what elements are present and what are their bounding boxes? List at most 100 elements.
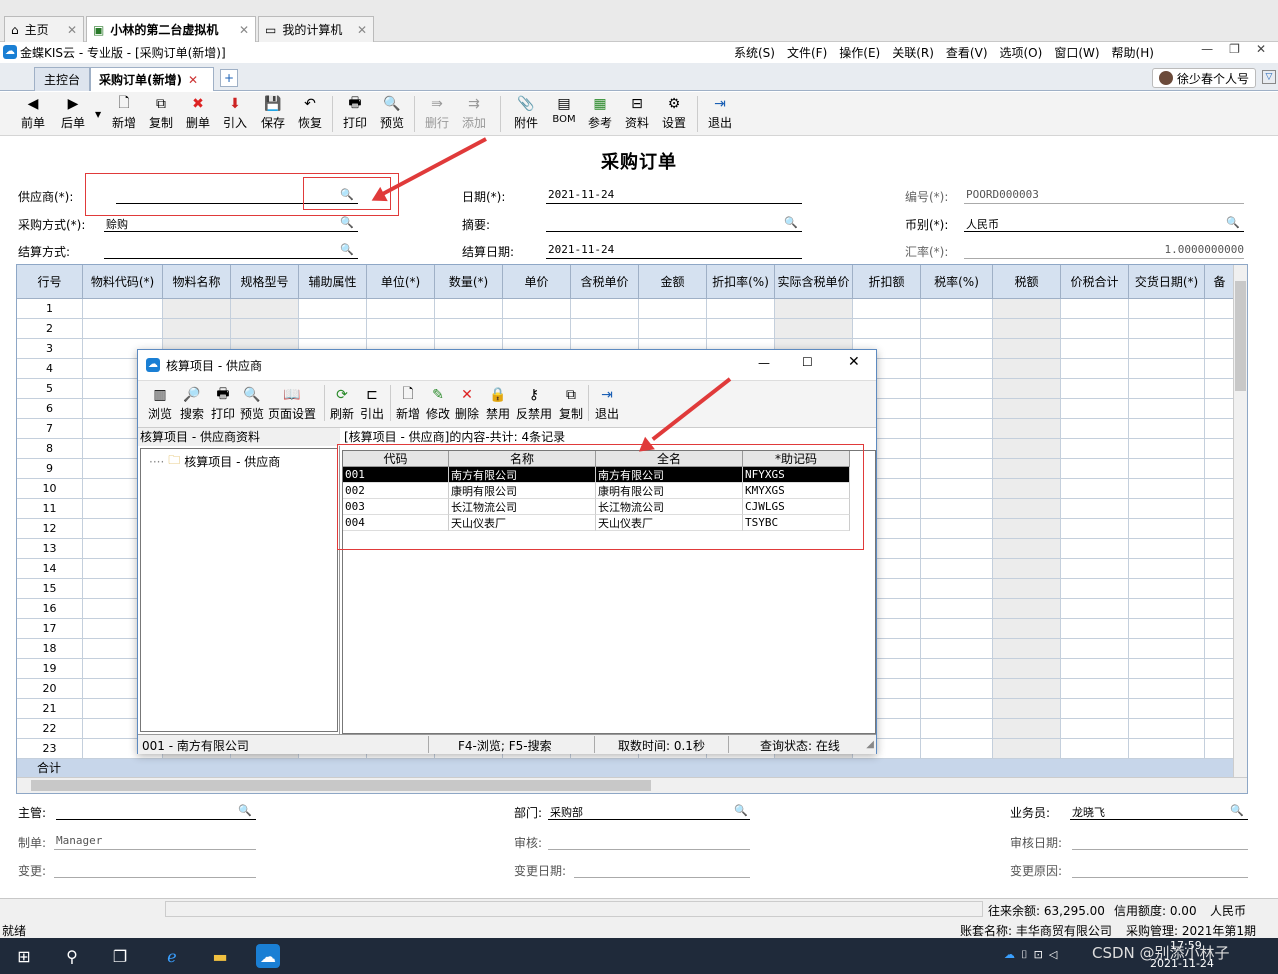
windows-start-icon[interactable]: ⊞ (12, 944, 36, 968)
disable-button[interactable]: 🔒 禁用 (486, 385, 510, 425)
menu-relation[interactable]: 关联(R) (892, 44, 934, 61)
grid-col-header[interactable]: 辅助属性 (299, 265, 367, 299)
grid-cell[interactable] (1129, 359, 1205, 379)
grid-cell[interactable] (639, 319, 707, 339)
grid-cell[interactable] (571, 319, 639, 339)
close-icon[interactable]: ✕ (848, 354, 860, 370)
grid-cell[interactable] (921, 459, 993, 479)
vm-tab-my-computer[interactable]: ▭ 我的计算机 ✕ (258, 16, 374, 42)
grid-cell[interactable] (921, 479, 993, 499)
grid-cell[interactable] (1205, 479, 1235, 499)
grid-cell[interactable] (1129, 539, 1205, 559)
preview-button[interactable]: 🔍 预览 (373, 94, 411, 134)
grid-cell[interactable] (993, 679, 1061, 699)
grid-cell[interactable] (1205, 319, 1235, 339)
grid-cell[interactable] (1129, 619, 1205, 639)
manager-field[interactable] (56, 804, 256, 820)
grid-cell[interactable] (1205, 739, 1235, 759)
grid-cell[interactable] (1205, 699, 1235, 719)
user-chip[interactable]: 徐少春个人号 (1151, 68, 1256, 88)
grid-cell[interactable] (1205, 539, 1235, 559)
search-icon[interactable]: ⚲ (60, 944, 84, 968)
salesman-field[interactable]: 龙晓飞 (1070, 804, 1248, 820)
grid-cell[interactable] (1061, 379, 1129, 399)
grid-cell[interactable] (1061, 499, 1129, 519)
grid-cell[interactable] (1129, 699, 1205, 719)
page-setup-button[interactable]: 📖 页面设置 (268, 385, 316, 425)
preview-button[interactable]: 🔍 预览 (240, 385, 264, 425)
grid-cell[interactable] (83, 299, 163, 319)
menu-file[interactable]: 文件(F) (787, 44, 827, 61)
purchase-method-field[interactable]: 赊购 (104, 216, 358, 232)
settings-button[interactable]: ⚙ 设置 (655, 94, 693, 134)
menu-system[interactable]: 系统(S) (734, 44, 775, 61)
grid-cell[interactable] (921, 539, 993, 559)
grid-cell[interactable] (1205, 399, 1235, 419)
grid-col-header[interactable]: 金额 (639, 265, 707, 299)
close-icon[interactable]: ✕ (239, 23, 249, 37)
grid-cell[interactable] (1205, 339, 1235, 359)
grid-cell[interactable] (1129, 479, 1205, 499)
browse-button[interactable]: ▥ 浏览 (148, 385, 172, 425)
grid-cell[interactable] (993, 399, 1061, 419)
scroll-thumb[interactable] (31, 780, 651, 791)
grid-col-header[interactable]: 折扣额 (853, 265, 921, 299)
purchase-method-lookup-icon[interactable]: 🔍 (340, 217, 354, 229)
grid-cell[interactable] (1205, 619, 1235, 639)
grid-col-header[interactable]: 物料代码(*) (83, 265, 163, 299)
grid-cell[interactable] (853, 299, 921, 319)
file-explorer-icon[interactable]: ▬ (208, 944, 232, 968)
exit-button[interactable]: ⇥ 退出 (595, 385, 619, 425)
grid-cell[interactable] (1205, 599, 1235, 619)
close-icon[interactable]: ✕ (188, 73, 198, 87)
search-button[interactable]: 🔎 搜索 (180, 385, 204, 425)
grid-cell[interactable] (993, 639, 1061, 659)
chevron-down-icon[interactable]: ▽ (1262, 70, 1276, 84)
grid-col-header[interactable]: 含税单价 (571, 265, 639, 299)
grid-cell[interactable] (1061, 559, 1129, 579)
grid-cell[interactable] (993, 359, 1061, 379)
scroll-thumb[interactable] (1235, 281, 1246, 391)
grid-cell[interactable] (1205, 719, 1235, 739)
grid-cell[interactable] (993, 319, 1061, 339)
grid-cell[interactable] (921, 299, 993, 319)
grid-cell[interactable] (1205, 559, 1235, 579)
grid-cell[interactable] (921, 699, 993, 719)
grid-cell[interactable] (921, 399, 993, 419)
date-field[interactable]: 2021-11-24 (546, 188, 802, 204)
grid-cell[interactable] (571, 299, 639, 319)
grid-cell[interactable] (1061, 639, 1129, 659)
delete-button[interactable]: ✕ 删除 (455, 385, 479, 425)
grid-cell[interactable] (639, 299, 707, 319)
grid-col-header[interactable]: 税额 (993, 265, 1061, 299)
grid-cell[interactable] (163, 319, 231, 339)
grid-col-header[interactable]: 单价 (503, 265, 571, 299)
volume-icon[interactable]: ◁ (1049, 948, 1057, 962)
kis-app-icon[interactable]: ☁ (256, 944, 280, 968)
grid-cell[interactable] (1205, 499, 1235, 519)
grid-cell[interactable] (921, 679, 993, 699)
grid-cell[interactable] (83, 319, 163, 339)
grid-cell[interactable] (435, 299, 503, 319)
grid-cell[interactable] (231, 299, 299, 319)
grid-cell[interactable] (367, 319, 435, 339)
grid-cell[interactable] (993, 559, 1061, 579)
resize-grip-icon[interactable]: ◢ (866, 739, 874, 750)
grid-cell[interactable] (1129, 399, 1205, 419)
close-icon[interactable]: ✕ (357, 23, 367, 37)
grid-cell[interactable] (993, 519, 1061, 539)
grid-cell[interactable] (435, 319, 503, 339)
grid-cell[interactable] (1129, 519, 1205, 539)
delete-doc-button[interactable]: ✖ 删单 (179, 94, 217, 134)
grid-cell[interactable] (1129, 559, 1205, 579)
grid-cell[interactable] (707, 299, 775, 319)
grid-cell[interactable] (993, 699, 1061, 719)
salesman-lookup-icon[interactable]: 🔍 (1230, 805, 1244, 817)
grid-cell[interactable] (993, 579, 1061, 599)
minimize-icon[interactable]: — (1201, 42, 1213, 56)
grid-cell[interactable] (367, 299, 435, 319)
grid-cell[interactable] (993, 439, 1061, 459)
reference-button[interactable]: ▦ 参考 (581, 94, 619, 134)
grid-cell[interactable] (1061, 679, 1129, 699)
menu-operation[interactable]: 操作(E) (839, 44, 880, 61)
